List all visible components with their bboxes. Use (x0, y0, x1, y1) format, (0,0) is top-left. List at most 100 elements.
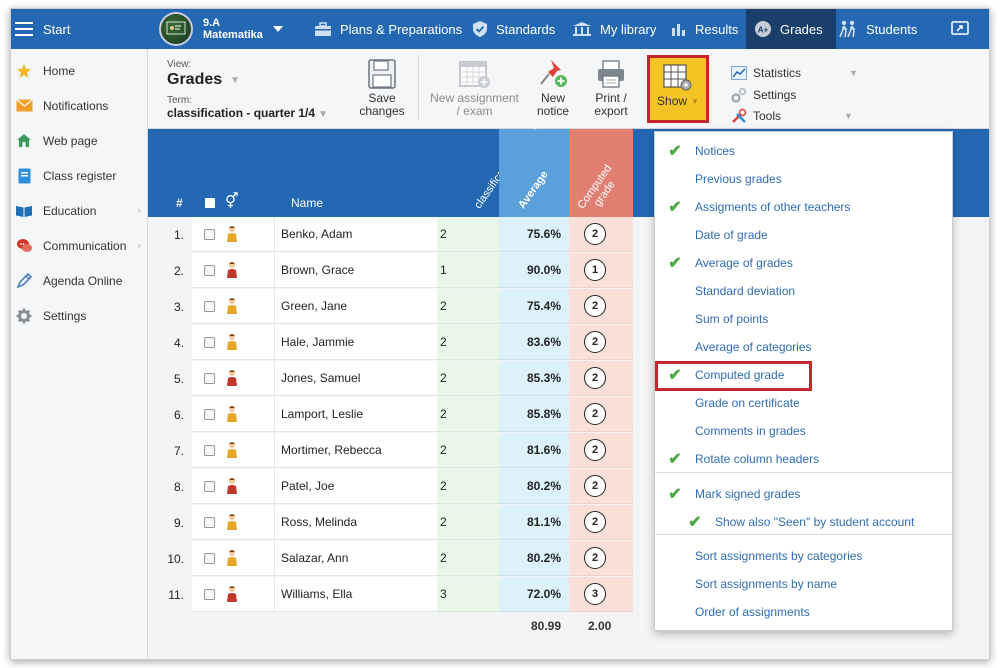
sidebar-item-settings[interactable]: Settings (11, 298, 147, 333)
header-computed-grade[interactable]: Computed grade (573, 160, 626, 221)
grade-cell[interactable]: 2 (437, 541, 499, 576)
row-checkbox[interactable] (204, 552, 215, 564)
new-assignment-button[interactable]: New assignment / exam (427, 57, 522, 118)
menu-item[interactable]: Order of assignments (655, 598, 952, 626)
menu-item-label: Sum of points (695, 312, 769, 326)
menu-item[interactable]: Standard deviation (655, 277, 952, 305)
sidebar-item-class-register[interactable]: Class register (11, 158, 147, 193)
book-icon (15, 202, 33, 220)
new-notice-button[interactable]: New notice (530, 57, 576, 118)
grade-cell[interactable]: 3 (437, 577, 499, 612)
computed-grade-cell[interactable]: 2 (569, 325, 633, 360)
sidebar-item-home[interactable]: Home (11, 53, 147, 88)
save-changes-button[interactable]: Save changes (350, 57, 414, 118)
student-name[interactable]: Benko, Adam (274, 217, 437, 252)
computed-grade-badge: 2 (584, 475, 606, 497)
menu-item[interactable]: ✔ Average of grades (655, 249, 952, 277)
row-checkbox[interactable] (204, 228, 215, 240)
sidebar-item-agenda-online[interactable]: Agenda Online (11, 263, 147, 298)
grade-cell[interactable]: 2 (437, 469, 499, 504)
header-select-all[interactable] (205, 197, 215, 211)
computed-grade-cell[interactable]: 2 (569, 469, 633, 504)
sidebar-item-communication[interactable]: Communication › (11, 228, 147, 263)
nav-plans[interactable]: Plans & Preparations (314, 9, 462, 49)
header-number: # (176, 196, 183, 210)
nav-students[interactable]: Students (838, 9, 917, 49)
view-selector[interactable]: View: Grades ▼ Term: classification - qu… (167, 59, 328, 120)
computed-grade-cell[interactable]: 2 (569, 541, 633, 576)
row-checkbox[interactable] (204, 336, 215, 348)
computed-grade-cell[interactable]: 2 (569, 289, 633, 324)
grade-cell[interactable]: 2 (437, 325, 499, 360)
student-name[interactable]: Patel, Joe (274, 469, 437, 504)
grade-cell[interactable]: 1 (437, 253, 499, 288)
student-name[interactable]: Mortimer, Rebecca (274, 433, 437, 468)
menu-item[interactable]: Sort assignments by name (655, 570, 952, 598)
row-checkbox[interactable] (204, 408, 215, 420)
computed-grade-cell[interactable]: 2 (569, 433, 633, 468)
menu-item[interactable]: Average of categories (655, 333, 952, 361)
row-checkbox[interactable] (204, 264, 215, 276)
nav-standards[interactable]: Standards (472, 9, 555, 49)
chevron-right-icon: › (137, 239, 141, 252)
menu-item[interactable]: Previous grades (655, 165, 952, 193)
student-name[interactable]: Hale, Jammie (274, 325, 437, 360)
menu-item[interactable]: ✔ Show also "Seen" by student account (655, 508, 952, 536)
menu-item[interactable]: Date of grade (655, 221, 952, 249)
grade-cell[interactable]: 2 (437, 433, 499, 468)
menu-item[interactable]: ✔ Rotate column headers (655, 445, 952, 473)
computed-grade-cell[interactable]: 1 (569, 253, 633, 288)
grade-cell[interactable]: 2 (437, 289, 499, 324)
class-selector[interactable]: 9.A Matematika (159, 9, 301, 49)
exit-button[interactable] (951, 9, 977, 49)
computed-grade-cell[interactable]: 2 (569, 397, 633, 432)
row-checkbox[interactable] (204, 588, 215, 600)
menu-item-label: Sort assignments by name (695, 577, 838, 591)
row-checkbox[interactable] (204, 444, 215, 456)
student-name[interactable]: Ross, Melinda (274, 505, 437, 540)
settings-button[interactable]: Settings (731, 86, 796, 104)
row-checkbox[interactable] (204, 480, 215, 492)
show-button[interactable]: Show ▼ (647, 55, 709, 123)
sidebar-item-notifications[interactable]: Notifications (11, 88, 147, 123)
menu-item[interactable]: Comments in grades (655, 417, 952, 445)
grade-cell[interactable]: 2 (437, 217, 499, 252)
computed-grade-cell[interactable]: 2 (569, 217, 633, 252)
tools-button[interactable]: Tools ▼ (731, 107, 853, 125)
row-checkbox[interactable] (204, 372, 215, 384)
grade-cell[interactable]: 2 (437, 397, 499, 432)
start-button[interactable]: Start (11, 9, 148, 49)
row-checkbox[interactable] (204, 300, 215, 312)
computed-grade-cell[interactable]: 3 (569, 577, 633, 612)
statistics-button[interactable]: Statistics ▼ (731, 64, 858, 82)
caret-down-icon: ▼ (849, 68, 858, 78)
header-average[interactable]: Average (516, 169, 551, 211)
menu-item[interactable]: ✔ Notices (655, 137, 952, 165)
student-name[interactable]: Salazar, Ann (274, 541, 437, 576)
menu-item[interactable]: ✔ Mark signed grades (655, 480, 952, 508)
student-name[interactable]: Jones, Samuel (274, 361, 437, 396)
sidebar-item-education[interactable]: Education › (11, 193, 147, 228)
grade-cell[interactable]: 2 (437, 361, 499, 396)
menu-item[interactable]: Grade on certificate (655, 389, 952, 417)
student-name[interactable]: Lamport, Leslie (274, 397, 437, 432)
select-all-checkbox[interactable] (205, 198, 215, 208)
menu-item[interactable]: Sum of points (655, 305, 952, 333)
nav-my-library[interactable]: My library (572, 9, 656, 49)
menu-item[interactable]: Sort assignments by categories (655, 542, 952, 570)
term-selector[interactable]: classification - quarter 1/4 ▼ (167, 106, 328, 120)
sidebar-item-web-page[interactable]: Web page (11, 123, 147, 158)
nav-grades[interactable]: A+ Grades (746, 9, 836, 49)
computed-grade-cell[interactable]: 2 (569, 361, 633, 396)
student-name[interactable]: Williams, Ella (274, 577, 437, 612)
nav-results[interactable]: Results (671, 9, 738, 49)
computed-grade-cell[interactable]: 2 (569, 505, 633, 540)
menu-item-label: Average of categories (695, 340, 812, 354)
student-name[interactable]: Brown, Grace (274, 253, 437, 288)
menu-item[interactable]: ✔ Assigments of other teachers (655, 193, 952, 221)
row-checkbox[interactable] (204, 516, 215, 528)
grade-cell[interactable]: 2 (437, 505, 499, 540)
print-export-button[interactable]: Print / export (588, 57, 634, 118)
student-avatar-icon (225, 405, 239, 423)
student-name[interactable]: Green, Jane (274, 289, 437, 324)
